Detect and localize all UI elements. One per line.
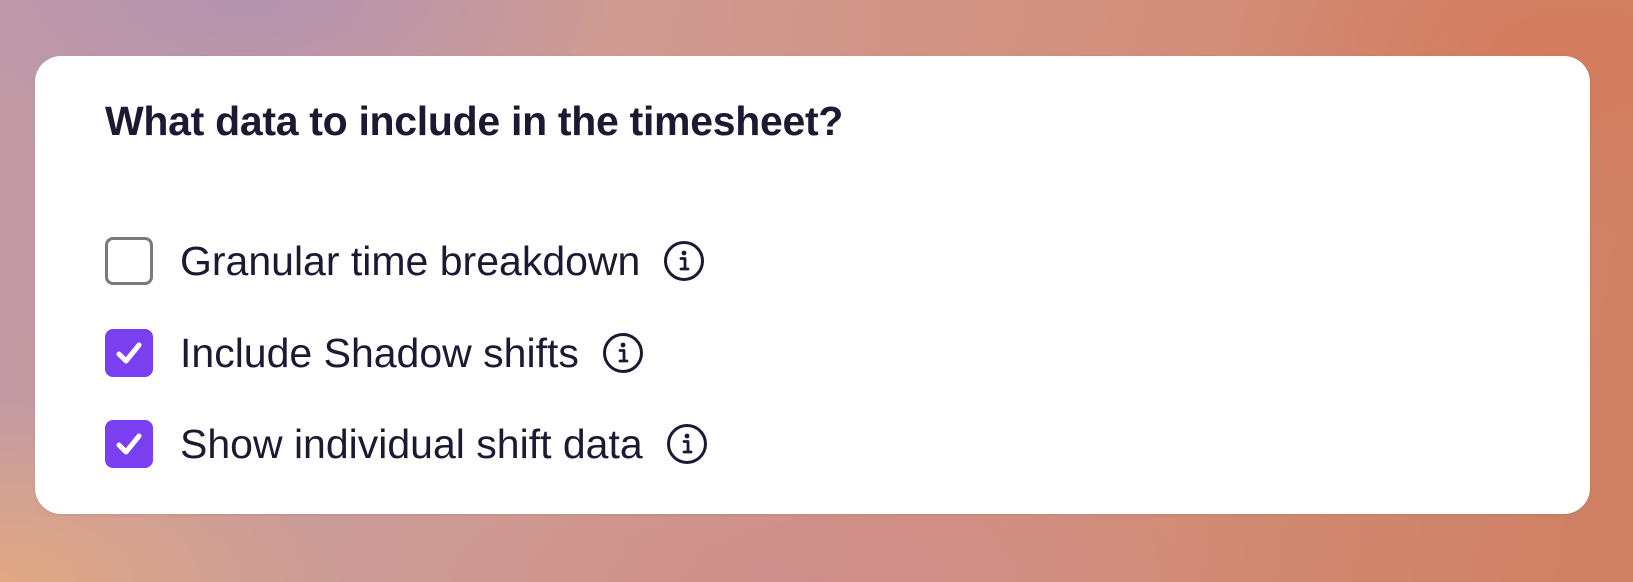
option-granular-time-breakdown[interactable]: Granular time breakdown bbox=[105, 236, 706, 286]
option-label: Granular time breakdown bbox=[180, 237, 641, 284]
granular-time-breakdown-checkbox[interactable] bbox=[105, 237, 153, 285]
timesheet-options-card: What data to include in the timesheet? G… bbox=[35, 56, 1590, 514]
info-icon[interactable] bbox=[662, 239, 706, 283]
checkmark-icon bbox=[116, 342, 142, 364]
info-icon[interactable] bbox=[665, 422, 709, 466]
include-shadow-shifts-checkbox[interactable] bbox=[105, 329, 153, 377]
section-title: What data to include in the timesheet? bbox=[105, 98, 844, 144]
info-icon[interactable] bbox=[601, 331, 645, 375]
option-include-shadow-shifts[interactable]: Include Shadow shifts bbox=[105, 328, 645, 378]
option-label: Show individual shift data bbox=[180, 420, 643, 467]
checkmark-icon bbox=[116, 433, 142, 455]
option-show-individual-shift-data[interactable]: Show individual shift data bbox=[105, 419, 709, 469]
show-individual-shift-data-checkbox[interactable] bbox=[105, 420, 153, 468]
option-label: Include Shadow shifts bbox=[180, 329, 579, 376]
